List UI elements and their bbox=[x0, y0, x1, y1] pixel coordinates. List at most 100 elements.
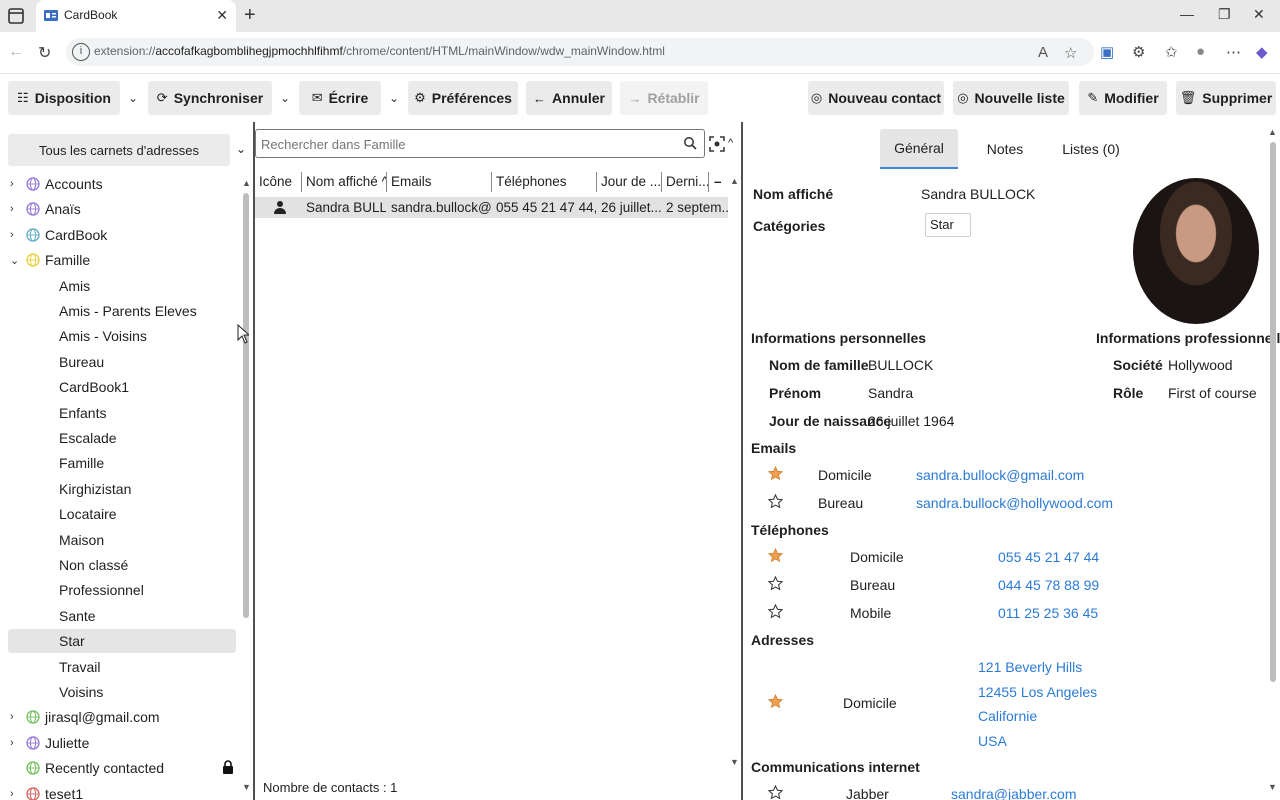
list-scroll-up-icon[interactable]: ▲ bbox=[730, 176, 739, 186]
read-aloud-icon[interactable]: A bbox=[1038, 44, 1048, 61]
address-line[interactable]: Californie bbox=[978, 708, 1037, 724]
details-scroll-up-icon[interactable]: ▲ bbox=[1268, 127, 1277, 137]
phone-link[interactable]: 044 45 78 88 99 bbox=[998, 577, 1099, 593]
url-text[interactable]: extension://accofafkagbomblihegjpmochhlf… bbox=[94, 44, 665, 58]
column-telephones[interactable]: Téléphones bbox=[492, 170, 596, 194]
ecrire-button[interactable]: ✉ Écrire bbox=[299, 81, 381, 115]
column-jour-de[interactable]: Jour de ... bbox=[597, 170, 661, 194]
column-picker-icon[interactable]: – bbox=[710, 170, 728, 194]
column-separator[interactable] bbox=[708, 172, 709, 192]
star-outline-icon[interactable] bbox=[768, 785, 783, 800]
tree-item-category[interactable]: Famille bbox=[8, 451, 236, 475]
close-tab-icon[interactable]: ✕ bbox=[216, 7, 228, 24]
ecrire-dropdown-icon[interactable]: ⌄ bbox=[383, 81, 405, 115]
tree-item-category[interactable]: Maison bbox=[8, 528, 236, 552]
tree-item-category[interactable]: Escalade bbox=[8, 426, 236, 450]
tree-item-category[interactable]: CardBook1 bbox=[8, 375, 236, 399]
star-outline-icon[interactable] bbox=[768, 494, 783, 509]
favorites-icon[interactable]: ✩ bbox=[1165, 43, 1178, 61]
column-icone[interactable]: Icône bbox=[255, 170, 301, 194]
tree-item-category[interactable]: Kirghizistan bbox=[8, 477, 236, 501]
details-scroll-down-icon[interactable]: ▼ bbox=[1268, 782, 1277, 792]
chevron-right-icon[interactable]: › bbox=[10, 788, 14, 800]
nouveau-contact-button[interactable]: ◎ Nouveau contact bbox=[808, 81, 944, 115]
chevron-right-icon[interactable]: › bbox=[10, 178, 14, 190]
settings-menu-icon[interactable]: ⋯ bbox=[1226, 43, 1241, 61]
details-scrollbar[interactable] bbox=[1270, 142, 1276, 682]
tree-item-category[interactable]: Bureau bbox=[8, 350, 236, 374]
tree-item-category[interactable]: Amis - Parents Eleves bbox=[8, 299, 236, 323]
tree-item-category[interactable]: Professionnel bbox=[8, 578, 236, 602]
synchroniser-button[interactable]: ⟳ Synchroniser bbox=[148, 81, 272, 115]
restore-icon[interactable]: ❐ bbox=[1218, 6, 1231, 23]
tab-general[interactable]: Général bbox=[880, 129, 958, 169]
right-splitter[interactable] bbox=[741, 122, 743, 800]
preferred-star-icon[interactable] bbox=[768, 466, 783, 481]
email-link[interactable]: sandra.bullock@hollywood.com bbox=[916, 495, 1113, 511]
phone-link[interactable]: 055 45 21 47 44 bbox=[998, 549, 1099, 565]
tree-item-category[interactable]: Sante bbox=[8, 604, 236, 628]
tree-item-category[interactable]: Amis bbox=[8, 274, 236, 298]
comm-link[interactable]: sandra@jabber.com bbox=[951, 786, 1077, 800]
left-splitter[interactable] bbox=[253, 122, 255, 800]
back-icon[interactable]: ← bbox=[8, 43, 24, 61]
copilot-icon[interactable]: ◆ bbox=[1256, 43, 1268, 61]
column-derniere[interactable]: Derni... bbox=[662, 170, 708, 194]
tree-item-addressbook[interactable]: › Anaïs bbox=[8, 197, 236, 221]
tree-item-addressbook[interactable]: Recently contacted bbox=[8, 756, 236, 780]
tree-item-addressbook[interactable]: › jirasql@gmail.com bbox=[8, 705, 236, 729]
synchroniser-dropdown-icon[interactable]: ⌄ bbox=[274, 81, 296, 115]
disposition-button[interactable]: ☷ Disposition bbox=[8, 81, 120, 115]
tree-item-category[interactable]: Amis - Voisins bbox=[8, 324, 236, 348]
preferred-star-icon[interactable] bbox=[768, 548, 783, 563]
tree-scroll-up-icon[interactable]: ▲ bbox=[242, 178, 251, 188]
chevron-down-icon[interactable]: ⌄ bbox=[10, 254, 19, 267]
scan-icon[interactable] bbox=[709, 136, 725, 152]
tree-item-addressbook[interactable]: › teset1 bbox=[8, 782, 236, 800]
nouvelle-liste-button[interactable]: ◎ Nouvelle liste bbox=[953, 81, 1069, 115]
tree-item-addressbook[interactable]: ⌄ Famille bbox=[8, 248, 236, 272]
retablir-button[interactable]: → Rétablir bbox=[620, 81, 708, 115]
annuler-button[interactable]: ← Annuler bbox=[526, 81, 612, 115]
site-info-icon[interactable]: i bbox=[72, 43, 90, 61]
modifier-button[interactable]: ✎ Modifier bbox=[1079, 81, 1167, 115]
preferred-star-icon[interactable] bbox=[768, 694, 783, 709]
tab-listes[interactable]: Listes (0) bbox=[1058, 129, 1124, 169]
profile-avatar-icon[interactable]: ● bbox=[1196, 43, 1205, 60]
extensions-icon[interactable]: ⚙ bbox=[1132, 43, 1145, 61]
addressbook-selector[interactable]: Tous les carnets d'adresses bbox=[8, 134, 230, 166]
collapse-chevron-icon[interactable]: ^ bbox=[728, 137, 733, 149]
search-icon[interactable] bbox=[683, 136, 697, 150]
disposition-dropdown-icon[interactable]: ⌄ bbox=[122, 81, 144, 115]
tree-item-addressbook[interactable]: › CardBook bbox=[8, 223, 236, 247]
tab-notes[interactable]: Notes bbox=[976, 129, 1034, 169]
table-row[interactable]: Sandra BULL... sandra.bullock@... 055 45… bbox=[255, 197, 728, 218]
column-emails[interactable]: Emails bbox=[387, 170, 491, 194]
new-tab-icon[interactable]: + bbox=[244, 4, 256, 27]
chevron-right-icon[interactable]: › bbox=[10, 229, 14, 241]
preferences-button[interactable]: ⚙ Préférences bbox=[408, 81, 518, 115]
browser-tab[interactable]: CardBook ✕ bbox=[36, 0, 236, 32]
url-box[interactable]: i extension://accofafkagbomblihegjpmochh… bbox=[66, 38, 1094, 66]
address-line[interactable]: USA bbox=[978, 733, 1007, 749]
column-nom-affiche[interactable]: Nom affiché ^ bbox=[302, 170, 386, 194]
tree-item-category[interactable]: Non classé bbox=[8, 553, 236, 577]
tree-item-category[interactable]: Enfants bbox=[8, 401, 236, 425]
tree-item-addressbook[interactable]: › Juliette bbox=[8, 731, 236, 755]
phone-link[interactable]: 011 25 25 36 45 bbox=[998, 605, 1098, 621]
addressbook-selector-dropdown-icon[interactable]: ⌄ bbox=[236, 142, 246, 156]
tree-item-addressbook[interactable]: › Accounts bbox=[8, 172, 236, 196]
favorite-star-icon[interactable]: ☆ bbox=[1064, 44, 1077, 62]
chevron-right-icon[interactable]: › bbox=[10, 203, 14, 215]
star-outline-icon[interactable] bbox=[768, 576, 783, 591]
list-scroll-down-icon[interactable]: ▼ bbox=[730, 757, 739, 767]
minimize-icon[interactable]: — bbox=[1180, 6, 1194, 22]
tree-item-category[interactable]: Voisins bbox=[8, 680, 236, 704]
search-box[interactable] bbox=[255, 129, 705, 158]
cardbook-extension-icon[interactable]: ▣ bbox=[1100, 43, 1114, 61]
chevron-right-icon[interactable]: › bbox=[10, 737, 14, 749]
tree-item-category[interactable]: Travail bbox=[8, 655, 236, 679]
star-outline-icon[interactable] bbox=[768, 604, 783, 619]
tree-scrollbar[interactable] bbox=[243, 193, 249, 618]
close-window-icon[interactable]: ✕ bbox=[1253, 6, 1265, 23]
